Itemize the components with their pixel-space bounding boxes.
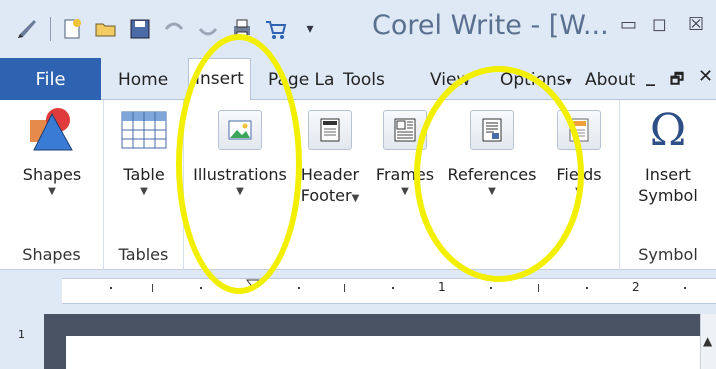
tab-tools[interactable]: Tools: [343, 70, 385, 90]
omega-icon: Ω: [649, 104, 687, 156]
new-doc-icon[interactable]: [59, 16, 85, 42]
horizontal-ruler: 1 2: [0, 270, 716, 310]
vertical-ruler: 1: [0, 310, 44, 369]
table-icon: [120, 106, 168, 154]
shapes-label: Shapes: [22, 165, 82, 184]
restore-icon[interactable]: ◻: [652, 14, 667, 35]
ribbon-close-icon[interactable]: ✕: [698, 66, 713, 87]
ruler-label-2: 2: [632, 280, 640, 294]
insert-symbol-label-1: Insert: [645, 165, 691, 184]
table-button[interactable]: Table ▼: [106, 104, 182, 232]
ruler-dot: [110, 287, 112, 289]
group-label-symbol: Symbol: [638, 245, 698, 264]
title-bar: ▾ Corel Write - [W... ▭ ◻ ☒: [0, 0, 716, 56]
minimize-icon[interactable]: ▭: [620, 14, 637, 35]
insert-symbol-label-2: Symbol: [638, 186, 698, 205]
annotation-ellipse-references: [414, 66, 584, 282]
chevron-down-icon: ▼: [48, 186, 56, 197]
ruler-tick: [344, 284, 345, 292]
customize-arrow-icon[interactable]: ▾: [297, 16, 323, 42]
tab-about[interactable]: About: [585, 70, 635, 90]
ruler-tick: [152, 284, 153, 292]
group-label-shapes: Shapes: [22, 245, 81, 264]
close-icon[interactable]: ☒: [688, 14, 704, 35]
scroll-up-icon[interactable]: ▲: [703, 334, 712, 348]
ruler-dot: [684, 287, 686, 289]
ribbon-restore-icon[interactable]: 🗗: [670, 69, 684, 94]
ribbon-minimize-icon[interactable]: _: [646, 66, 655, 87]
quick-access-toolbar: ▾: [14, 14, 331, 44]
group-label-tables: Tables: [118, 245, 169, 264]
vertical-ruler-label: 1: [18, 328, 25, 341]
ruler-dot: [392, 287, 394, 289]
annotation-ellipse-illustrations: [176, 34, 302, 294]
open-folder-icon[interactable]: [93, 16, 119, 42]
chevron-down-icon: ▼: [140, 186, 148, 197]
save-icon[interactable]: [127, 16, 153, 42]
tab-file[interactable]: File: [0, 58, 101, 100]
footer-label: Footer▼: [292, 185, 368, 209]
redo-icon[interactable]: [195, 16, 221, 42]
ruler-dot: [298, 287, 300, 289]
footer-label-text: Footer: [300, 186, 352, 205]
document-area: 1 ▲: [0, 310, 716, 369]
chevron-down-icon: ▾: [565, 74, 572, 88]
ribbon-tab-bar: File Home Insert Page La Tools View Opti…: [0, 56, 716, 101]
header-label: Header: [300, 165, 360, 184]
group-tables: Table ▼ Tables: [104, 100, 184, 270]
ribbon-insert-panel: Shapes ▼ Shapes Table ▼ Tables Illustrat…: [0, 100, 716, 270]
tab-home[interactable]: Home: [118, 70, 168, 90]
ruler-label-1: 1: [438, 280, 446, 294]
header-footer-button[interactable]: Header Footer▼: [292, 104, 368, 232]
shapes-button[interactable]: Shapes ▼: [4, 104, 100, 232]
ruler-tick: [538, 284, 539, 292]
ruler-dot: [200, 287, 202, 289]
qat-separator: [50, 17, 51, 41]
header-footer-icon: [306, 106, 354, 154]
undo-icon[interactable]: [161, 16, 187, 42]
group-symbol: Ω Insert Symbol Symbol: [620, 100, 716, 270]
window-title: Corel Write - [W...: [372, 10, 609, 41]
shapes-icon: [28, 106, 76, 154]
ruler-dot: [586, 287, 588, 289]
vertical-scrollbar[interactable]: ▲: [700, 314, 716, 369]
document-page[interactable]: [66, 336, 706, 369]
table-label: Table: [123, 165, 165, 184]
ruler-dot: [490, 287, 492, 289]
pen-icon[interactable]: [14, 16, 40, 42]
ruler-strip[interactable]: [62, 278, 716, 304]
cart-icon[interactable]: [263, 16, 289, 42]
chevron-down-icon: ▼: [351, 193, 360, 204]
insert-symbol-button[interactable]: Ω Insert Symbol: [624, 104, 712, 232]
group-shapes: Shapes ▼ Shapes: [0, 100, 104, 270]
